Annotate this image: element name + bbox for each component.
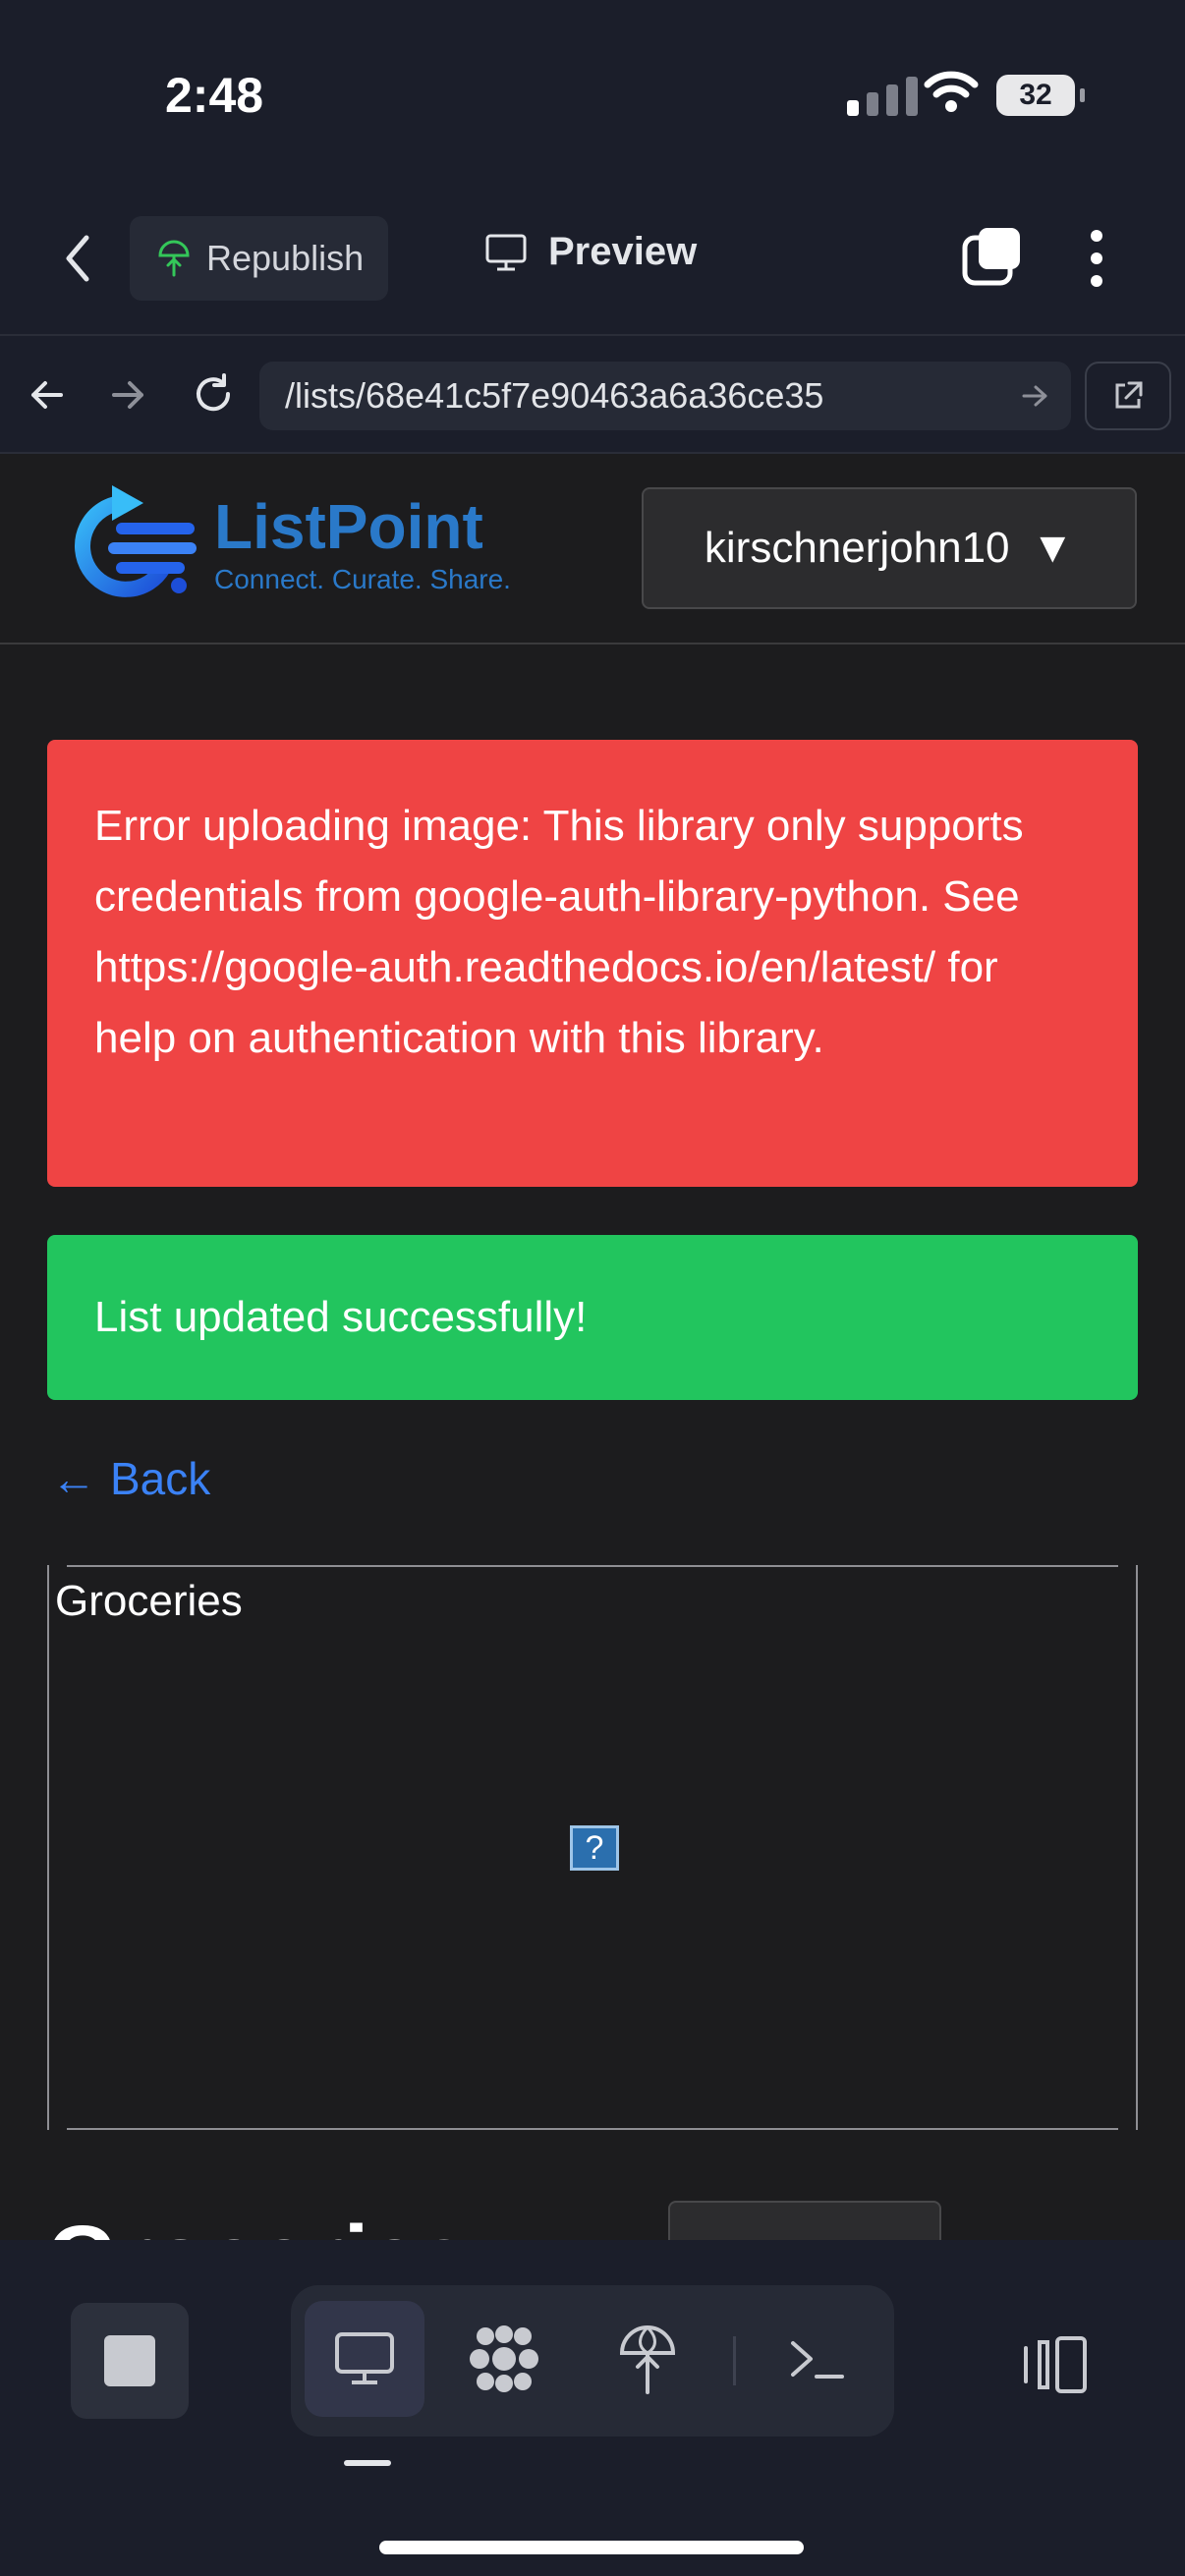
url-go-icon[interactable]: [1020, 381, 1049, 411]
desktop-icon: [335, 2332, 394, 2384]
listpoint-logo[interactable]: ListPoint Connect. Curate. Share.: [57, 481, 511, 609]
error-alert-text: Error uploading image: This library only…: [94, 802, 1024, 1062]
card-title: Groceries: [55, 1577, 243, 1625]
error-alert: Error uploading image: This library only…: [47, 740, 1138, 1187]
success-alert-text: List updated successfully!: [94, 1293, 588, 1341]
preview-monitor-icon: [485, 234, 527, 270]
status-time: 2:48: [165, 68, 264, 123]
username-label: kirschnerjohn10: [704, 524, 1010, 572]
republish-label: Republish: [206, 238, 365, 278]
back-link-label: Back: [110, 1453, 211, 1504]
terminal-view-button[interactable]: [757, 2301, 876, 2417]
list-title-heading: Groceries: [47, 2199, 470, 2240]
user-menu-dropdown[interactable]: kirschnerjohn10 ▼: [642, 487, 1137, 609]
bottom-toolbar: [0, 2240, 1185, 2576]
active-view-indicator: [344, 2460, 391, 2466]
preview-tab[interactable]: Preview: [485, 230, 697, 274]
logo-name: ListPoint: [214, 491, 483, 562]
site-header: ListPoint Connect. Curate. Share. kirsch…: [0, 454, 1185, 644]
preview-label: Preview: [548, 230, 698, 273]
more-icon[interactable]: [1085, 228, 1108, 289]
browser-bar: /lists/68e41c5f7e90463a6a36ce35: [0, 334, 1185, 454]
home-indicator[interactable]: [379, 2541, 804, 2554]
reload-icon[interactable]: [191, 371, 236, 417]
cellular-signal-icon: [847, 77, 918, 116]
tabs-icon[interactable]: [961, 226, 1022, 287]
deploy-icon: [619, 2325, 676, 2394]
list-action-button[interactable]: [668, 2201, 941, 2240]
url-text: /lists/68e41c5f7e90463a6a36ce35: [285, 375, 824, 416]
republish-button[interactable]: Republish: [130, 216, 388, 301]
stop-icon: [104, 2335, 155, 2386]
url-field[interactable]: /lists/68e41c5f7e90463a6a36ce35: [259, 362, 1071, 430]
terminal-icon: [791, 2341, 844, 2379]
battery-indicator: 32: [996, 75, 1085, 116]
back-chevron-icon[interactable]: [63, 234, 92, 283]
agents-icon: [470, 2325, 538, 2392]
success-alert: List updated successfully!: [47, 1235, 1138, 1400]
back-link[interactable]: ← Back: [51, 1452, 210, 1505]
app-header: Republish Preview: [0, 187, 1185, 334]
republish-icon: [158, 240, 190, 277]
wifi-icon: [924, 71, 979, 112]
sidebar-toggle-icon[interactable]: [1018, 2334, 1089, 2395]
agents-view-button[interactable]: [444, 2301, 564, 2417]
toolbar-divider: [733, 2336, 736, 2385]
browser-back-icon[interactable]: [28, 375, 67, 415]
browser-forward-icon[interactable]: [108, 375, 147, 415]
logo-mark-icon: [75, 485, 197, 597]
broken-image-icon: ?: [570, 1825, 619, 1871]
status-bar: 2:48 32: [0, 0, 1185, 187]
desktop-view-button[interactable]: [305, 2301, 424, 2417]
view-switcher: [291, 2285, 894, 2436]
stop-button[interactable]: [71, 2303, 189, 2419]
dropdown-caret-icon: ▼: [1031, 524, 1075, 572]
logo-tagline: Connect. Curate. Share.: [214, 564, 511, 594]
open-external-button[interactable]: [1085, 362, 1171, 430]
open-external-icon: [1115, 381, 1143, 409]
deploy-view-button[interactable]: [588, 2301, 707, 2417]
back-arrow-icon: ←: [51, 1453, 96, 1504]
list-image-card: Groceries ?: [47, 1565, 1138, 2130]
